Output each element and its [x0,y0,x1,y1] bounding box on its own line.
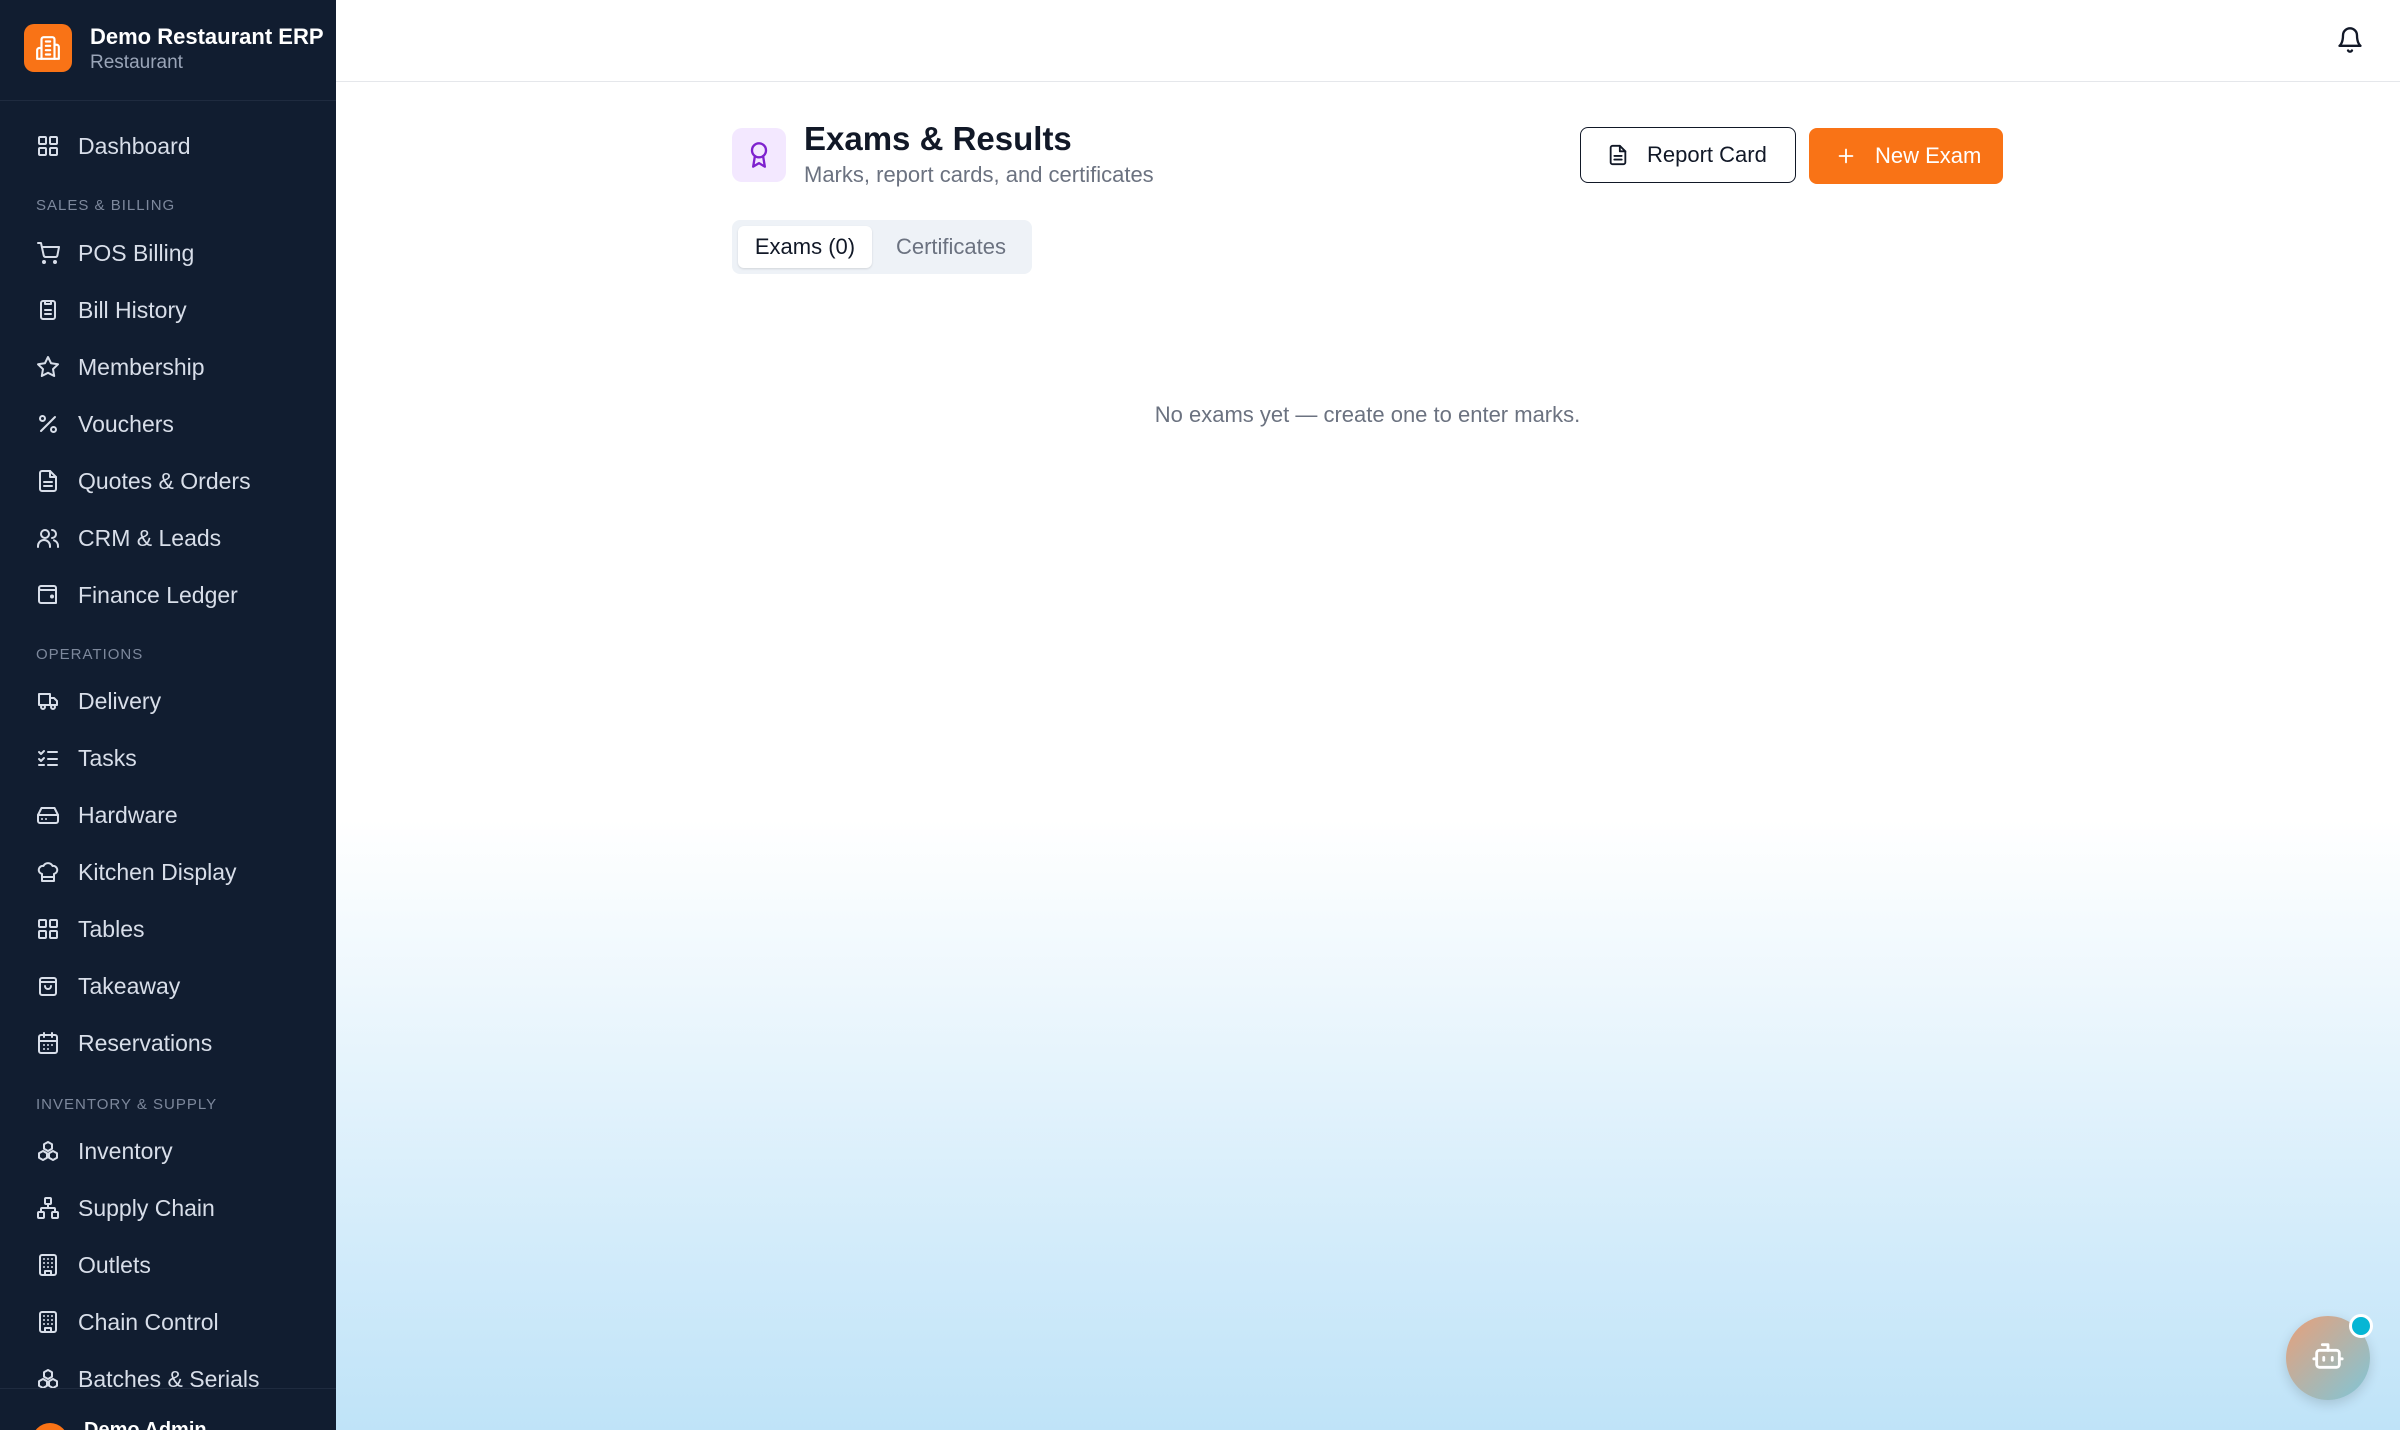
calendar-icon [36,1031,60,1055]
sidebar-item-label: Supply Chain [78,1195,215,1221]
building-icon [36,1253,60,1277]
sidebar-item-label: Reservations [78,1030,213,1056]
app-root: Demo Restaurant ERP Restaurant Dashboard… [0,0,2400,1430]
checklist-icon [36,746,60,770]
sidebar-item-tasks[interactable]: Tasks [0,732,336,784]
chef-hat-icon [36,860,60,884]
new-exam-button[interactable]: New Exam [1809,128,2003,184]
sidebar-item-takeaway[interactable]: Takeaway [0,960,336,1012]
truck-icon [36,689,60,713]
sidebar-item-label: CRM & Leads [78,525,222,551]
sidebar-item-inventory[interactable]: Inventory [0,1125,336,1177]
brand-name: Demo Restaurant ERP [90,24,324,49]
bag-icon [36,974,60,998]
sidebar-footer-user[interactable]: Demo Admin [0,1388,336,1430]
sidebar-item-vouchers[interactable]: Vouchers [0,398,336,450]
sidebar-item-kitchen-display[interactable]: Kitchen Display [0,846,336,898]
sidebar-item-tables[interactable]: Tables [0,903,336,955]
plus-icon [1835,145,1857,167]
users-icon [36,526,60,550]
store-icon [24,24,72,72]
sidebar-item-crm-leads[interactable]: CRM & Leads [0,512,336,564]
sidebar-item-label: Vouchers [78,411,174,437]
brand-subtitle: Restaurant [90,52,183,73]
report-card-button[interactable]: Report Card [1580,127,1796,183]
wallet-icon [36,583,60,607]
sidebar-item-chain-control[interactable]: Chain Control [0,1296,336,1348]
empty-state-message: No exams yet — create one to enter marks… [1154,402,1581,427]
sidebar-item-label: Tasks [78,745,137,771]
sidebar-item-label: Membership [78,354,205,380]
sidebar-item-pos-billing[interactable]: POS Billing [0,227,336,279]
sidebar-item-label: Quotes & Orders [78,468,251,494]
sidebar-item-quotes-orders[interactable]: Quotes & Orders [0,455,336,507]
sidebar-item-label: Takeaway [78,973,181,999]
boxes-icon [36,1139,60,1163]
tab-exams[interactable]: Exams (0) [738,226,872,268]
sidebar-item-label: Inventory [78,1138,173,1164]
cart-icon [36,241,60,265]
main-content: Exams & Results Marks, report cards, and… [336,0,2400,1430]
page-title: Exams & Results [804,120,1072,157]
sidebar-item-hardware[interactable]: Hardware [0,789,336,841]
sidebar-item-label: Hardware [78,802,178,828]
sidebar-item-supply-chain[interactable]: Supply Chain [0,1182,336,1234]
document-icon [1607,144,1629,166]
sidebar-item-reservations[interactable]: Reservations [0,1017,336,1069]
award-icon [732,128,786,182]
bell-icon[interactable] [2336,26,2364,54]
sidebar-item-label: Kitchen Display [78,859,237,885]
grid-icon [36,134,60,158]
network-icon [36,1196,60,1220]
percent-icon [36,412,60,436]
notification-dot [2349,1314,2373,1338]
sidebar-item-label: Outlets [78,1252,151,1278]
sidebar-item-delivery[interactable]: Delivery [0,675,336,727]
star-icon [36,355,60,379]
top-bar [336,0,2400,82]
section-operations: OPERATIONS [36,646,144,663]
sidebar-item-membership[interactable]: Membership [0,341,336,393]
section-sales-billing: SALES & BILLING [36,197,176,214]
avatar [32,1423,68,1430]
document-icon [36,469,60,493]
sidebar: Demo Restaurant ERP Restaurant Dashboard… [0,0,336,1430]
clipboard-icon [36,298,60,322]
section-inventory-supply: INVENTORY & SUPPLY [36,1096,218,1113]
sidebar-item-label: Finance Ledger [78,582,238,608]
sidebar-item-label: Bill History [78,297,187,323]
grid-icon [36,917,60,941]
bot-icon [2311,1339,2345,1378]
tab-certificates[interactable]: Certificates [876,226,1026,268]
sidebar-item-dashboard[interactable]: Dashboard [0,120,336,172]
tab-bar: Exams (0) Certificates [732,220,1032,274]
sidebar-item-outlets[interactable]: Outlets [0,1239,336,1291]
page-subtitle: Marks, report cards, and certificates [804,162,1154,187]
sidebar-item-finance-ledger[interactable]: Finance Ledger [0,569,336,621]
sidebar-item-label: Chain Control [78,1309,219,1335]
brand-header[interactable]: Demo Restaurant ERP Restaurant [0,0,336,101]
sidebar-item-label: POS Billing [78,240,195,266]
sidebar-item-bill-history[interactable]: Bill History [0,284,336,336]
building-icon [36,1310,60,1334]
sidebar-item-label: Dashboard [78,133,191,159]
new-exam-label: New Exam [1875,143,1982,168]
sidebar-item-label: Tables [78,916,145,942]
drive-icon [36,803,60,827]
footer-user-name: Demo Admin [84,1419,207,1430]
report-card-label: Report Card [1647,142,1767,167]
sidebar-item-label: Delivery [78,688,162,714]
